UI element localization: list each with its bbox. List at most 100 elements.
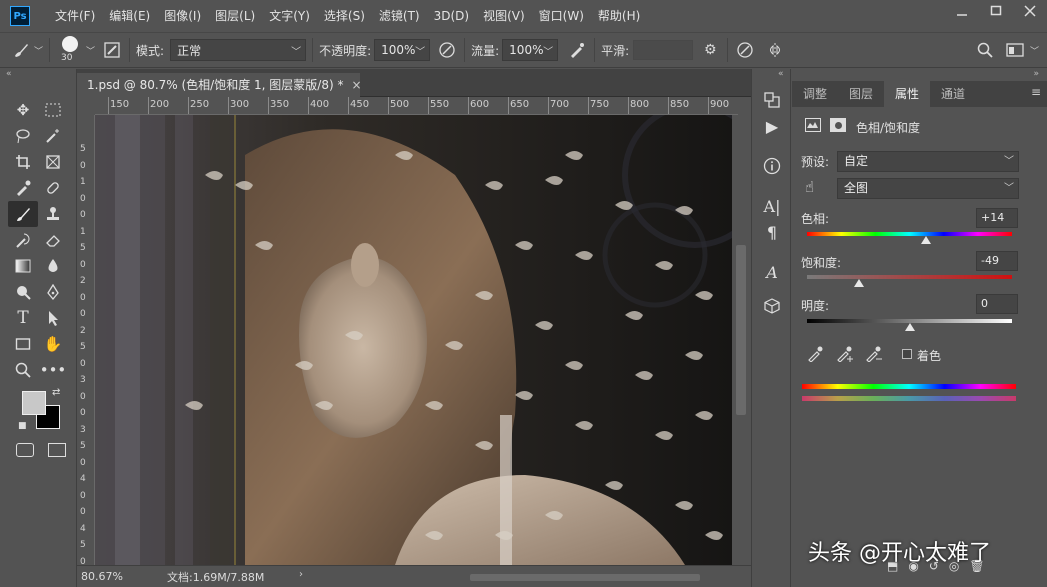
menu-view[interactable]: 视图(V) (476, 0, 532, 32)
smoothing-input[interactable] (633, 40, 694, 60)
opacity-input[interactable]: 100% ﹀ (374, 39, 431, 61)
preset-select[interactable]: 自定 ﹀ (837, 151, 1019, 172)
menu-filter[interactable]: 滤镜(T) (372, 0, 427, 32)
status-menu-chevron-icon[interactable]: › (299, 569, 303, 580)
menu-type[interactable]: 文字(Y) (262, 0, 317, 32)
colorize-checkbox[interactable] (902, 349, 912, 359)
screen-mode-icon[interactable] (48, 443, 66, 457)
hue-input[interactable]: +14 (976, 208, 1018, 228)
brush-tool-icon[interactable] (8, 201, 38, 227)
saturation-input[interactable]: -49 (976, 251, 1018, 271)
default-colors-icon[interactable]: ■ (18, 421, 27, 431)
glyphs-panel-icon[interactable]: A (757, 259, 787, 285)
flow-input[interactable]: 100% ﹀ (502, 39, 559, 61)
swap-colors-icon[interactable]: ⇄ (52, 387, 60, 398)
history-panel-icon[interactable] (757, 87, 787, 113)
collapse-panel-icon[interactable]: » (1033, 69, 1039, 79)
eyedropper-icon[interactable] (807, 346, 823, 365)
horizontal-scrollbar[interactable] (395, 572, 805, 582)
dodge-tool-icon[interactable] (8, 279, 38, 305)
blur-tool-icon[interactable] (38, 253, 68, 279)
hue-slider-thumb[interactable] (920, 236, 931, 244)
lightness-input[interactable]: 0 (976, 294, 1018, 314)
targeted-adjustment-hand-icon[interactable]: ☝ (805, 178, 814, 196)
layer-mask-icon[interactable] (830, 118, 846, 132)
eyedropper-tool-icon[interactable] (8, 175, 38, 201)
brush-size-picker[interactable]: 30 (56, 34, 86, 66)
type-tool-icon[interactable]: T (8, 305, 38, 331)
rectangle-tool-icon[interactable] (8, 331, 38, 357)
paragraph-panel-icon[interactable]: ¶ (757, 219, 787, 245)
healing-brush-tool-icon[interactable] (38, 175, 68, 201)
tab-layers[interactable]: 图层 (838, 81, 884, 107)
pen-tool-icon[interactable] (38, 279, 68, 305)
crop-tool-icon[interactable] (8, 149, 38, 175)
close-button[interactable] (1013, 0, 1047, 22)
horizontal-scroll-thumb[interactable] (470, 574, 700, 581)
chevron-down-icon[interactable]: ﹀ (86, 44, 95, 57)
airbrush-icon[interactable] (566, 39, 588, 61)
pressure-size-icon[interactable] (734, 39, 756, 61)
info-panel-icon[interactable] (757, 153, 787, 179)
tab-channels[interactable]: 通道 (930, 81, 976, 107)
eraser-tool-icon[interactable] (38, 227, 68, 253)
menu-image[interactable]: 图像(I) (157, 0, 208, 32)
zoom-level[interactable]: 80.67% (81, 570, 139, 583)
frame-tool-icon[interactable] (38, 149, 68, 175)
adjustment-layer-icon[interactable] (805, 118, 821, 132)
gradient-tool-icon[interactable] (8, 253, 38, 279)
3d-panel-icon[interactable] (757, 293, 787, 319)
character-panel-icon[interactable]: A| (757, 193, 787, 219)
move-tool-icon[interactable]: ✥ (8, 97, 38, 123)
history-brush-tool-icon[interactable] (8, 227, 38, 253)
tab-adjustments[interactable]: 调整 (792, 81, 838, 107)
collapse-icon[interactable]: « (0, 69, 76, 79)
brush-preset-icon[interactable] (10, 39, 32, 61)
brush-settings-icon[interactable] (101, 39, 123, 61)
vertical-scrollbar[interactable] (733, 115, 751, 565)
channel-select[interactable]: 全图 ﹀ (837, 178, 1019, 199)
minimize-button[interactable] (945, 0, 979, 22)
tab-properties[interactable]: 属性 (884, 81, 931, 107)
search-icon[interactable] (974, 39, 996, 61)
more-tools-icon[interactable]: ••• (38, 357, 68, 383)
gear-icon[interactable]: ⚙ (699, 39, 721, 61)
menu-edit[interactable]: 编辑(E) (102, 0, 157, 32)
menu-select[interactable]: 选择(S) (317, 0, 372, 32)
path-selection-tool-icon[interactable] (38, 305, 68, 331)
lightness-slider-thumb[interactable] (904, 323, 915, 331)
chevron-down-icon[interactable]: ﹀ (34, 44, 43, 57)
saturation-slider-track[interactable] (807, 275, 1012, 279)
close-icon[interactable]: × (351, 78, 361, 92)
menu-layer[interactable]: 图层(L) (208, 0, 262, 32)
quick-mask-icon[interactable] (16, 443, 34, 457)
menu-3d[interactable]: 3D(D) (427, 0, 476, 32)
eyedropper-plus-icon[interactable] (836, 346, 854, 365)
saturation-slider-thumb[interactable] (854, 279, 865, 287)
workspace-switcher-icon[interactable] (1002, 39, 1030, 61)
expand-icon[interactable]: « (752, 69, 790, 81)
lasso-tool-icon[interactable] (8, 123, 38, 149)
stamp-tool-icon[interactable] (38, 201, 68, 227)
flow-value: 100% (509, 43, 544, 57)
pressure-opacity-icon[interactable] (436, 39, 458, 61)
magic-wand-tool-icon[interactable] (38, 123, 68, 149)
panel-menu-icon[interactable]: ≡ (1031, 85, 1041, 99)
menu-window[interactable]: 窗口(W) (532, 0, 591, 32)
hue-slider-track[interactable] (807, 232, 1012, 236)
mode-select[interactable]: 正常 ﹀ (170, 39, 307, 61)
play-action-icon[interactable]: ▶ (757, 113, 787, 139)
foreground-color-swatch[interactable] (22, 391, 46, 415)
maximize-button[interactable] (979, 0, 1013, 22)
zoom-tool-icon[interactable] (8, 357, 38, 383)
menu-help[interactable]: 帮助(H) (591, 0, 647, 32)
document-tab[interactable]: 1.psd @ 80.7% (色相/饱和度 1, 图层蒙版/8) * × (77, 73, 362, 97)
vertical-scroll-thumb[interactable] (736, 245, 746, 415)
marquee-tool-icon[interactable] (38, 97, 68, 123)
symmetry-icon[interactable] (764, 39, 786, 61)
menu-file[interactable]: 文件(F) (48, 0, 102, 32)
document-canvas[interactable] (95, 115, 732, 565)
eyedropper-minus-icon[interactable] (865, 346, 883, 365)
hand-tool-icon[interactable]: ✋ (38, 331, 68, 357)
chevron-down-icon[interactable]: ﹀ (1030, 44, 1039, 57)
